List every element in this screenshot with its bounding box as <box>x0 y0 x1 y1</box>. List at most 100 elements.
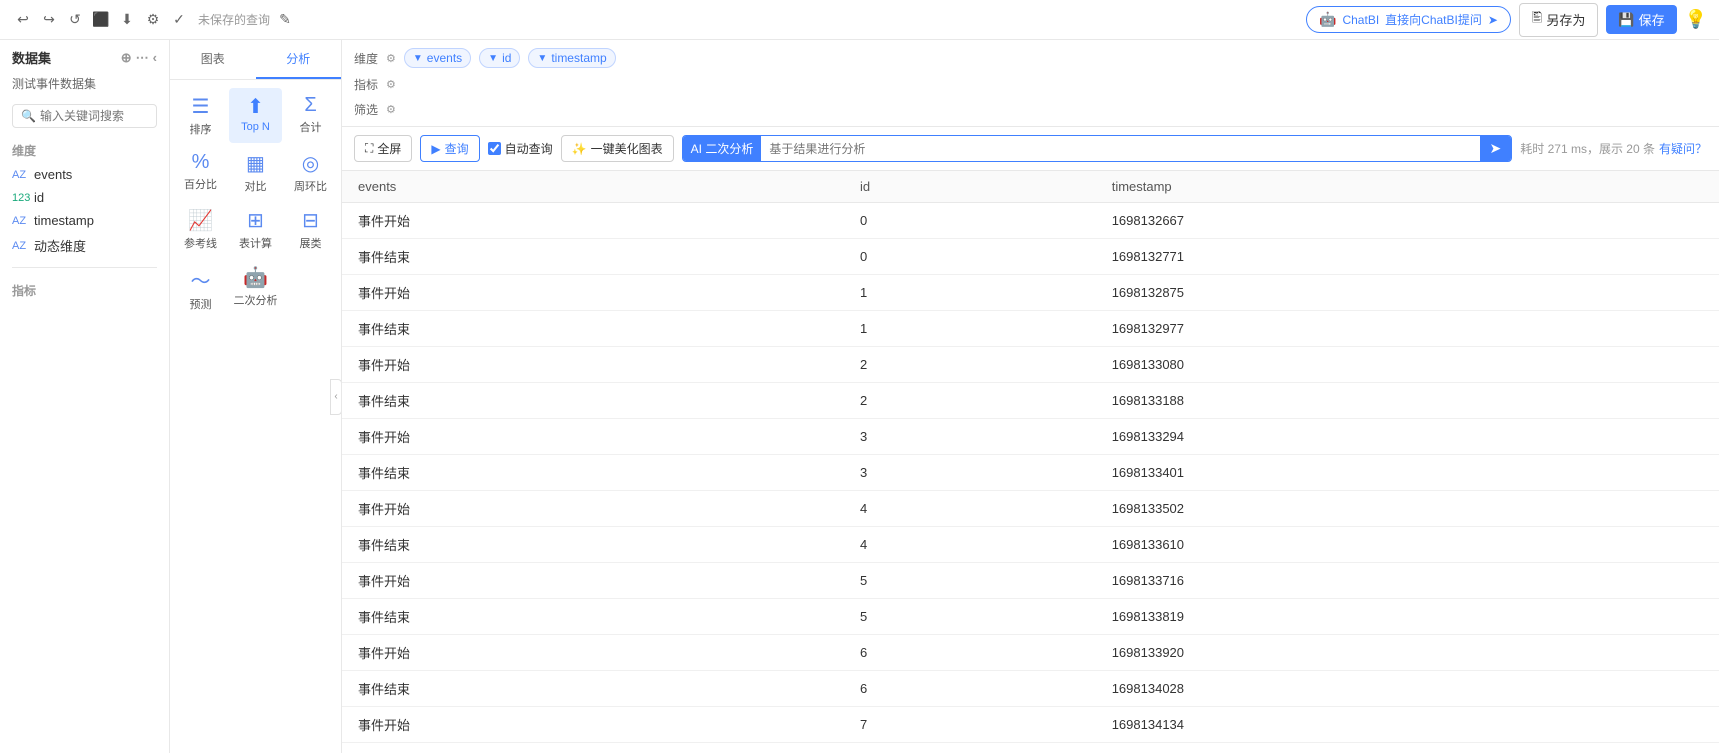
auto-query-checkbox[interactable] <box>488 142 501 155</box>
check-button[interactable]: ✓ <box>168 9 190 31</box>
settings-button[interactable]: ⚙ <box>142 9 164 31</box>
dim-tag-label: timestamp <box>551 51 606 65</box>
chatbi-icon: 🤖 <box>1319 11 1336 28</box>
viz-item-calc[interactable]: ⊞ 表计算 <box>229 202 282 257</box>
viz-item-label: 对比 <box>245 178 267 194</box>
fullscreen-label: 全屏 <box>377 140 401 157</box>
collapse-panel-button[interactable]: ‹ <box>330 379 342 415</box>
table-cell: 2 <box>844 347 1096 383</box>
filter-row: 筛选 ⚙ <box>354 101 1707 118</box>
metrics-settings-icon[interactable]: ⚙ <box>386 78 396 91</box>
table-cell: 1698134134 <box>1096 707 1719 743</box>
auto-query-checkbox-label[interactable]: 自动查询 <box>488 140 553 157</box>
table-cell: 6 <box>844 635 1096 671</box>
sidebar-item-dynamic-dimension[interactable]: AZ 动态维度 <box>0 232 169 259</box>
action-bar: ⛶ 全屏 ▶ 查询 自动查询 ✨ 一键美化图表 AI 二次分析 ➤ 耗时 271 <box>342 127 1719 171</box>
table-cell: 事件结束 <box>342 311 844 347</box>
table-header-row: events id timestamp <box>342 171 1719 203</box>
sidebar-item-timestamp[interactable]: AZ timestamp <box>0 209 169 232</box>
table-cell: 事件开始 <box>342 707 844 743</box>
table-cell: 事件开始 <box>342 347 844 383</box>
tab-analysis[interactable]: 分析 <box>256 40 342 79</box>
filter-icon: ▼ <box>413 53 423 64</box>
chatbi-send-icon: ➤ <box>1488 13 1498 27</box>
viz-item-secondary[interactable]: 🤖 二次分析 <box>229 259 282 318</box>
table-cell: 1698133920 <box>1096 635 1719 671</box>
viz-item-predict[interactable]: 〜 预测 <box>174 259 227 318</box>
edit-title-button[interactable]: ✎ <box>274 9 296 31</box>
save-as-icon: 🖺 <box>1532 9 1542 31</box>
sidebar-item-label: timestamp <box>34 213 94 228</box>
beautify-button[interactable]: ✨ 一键美化图表 <box>561 135 674 162</box>
sidebar-divider <box>12 267 157 268</box>
table-row: 事件开始21698133080 <box>342 347 1719 383</box>
redo-button[interactable]: ↪ <box>38 9 60 31</box>
table-cell: 1 <box>844 311 1096 347</box>
dim-tag-events[interactable]: ▼ events <box>404 48 471 68</box>
fullscreen-button[interactable]: ⛶ 全屏 <box>354 135 412 162</box>
table-cell: 1698132977 <box>1096 311 1719 347</box>
top-bar-right: 🤖 ChatBI 直接向ChatBI提问 ➤ 🖺 另存为 💾 保存 💡 <box>1306 3 1707 37</box>
table-cell: 1698133610 <box>1096 527 1719 563</box>
viz-item-label: 参考线 <box>184 235 217 251</box>
viz-item-ring[interactable]: ◎ 周环比 <box>284 145 337 200</box>
table-cell: 事件开始 <box>342 491 844 527</box>
sidebar-collapse-icon[interactable]: ‹ <box>153 50 157 65</box>
save-local-button[interactable]: ⬛ <box>90 9 112 31</box>
table-cell: 事件开始 <box>342 563 844 599</box>
main-layout: 数据集 ⊕ ⋯ ‹ 测试事件数据集 🔍 维度 AZ events 123 id … <box>0 40 1719 753</box>
table-cell: 1 <box>844 275 1096 311</box>
viz-item-expand[interactable]: ⊟ 展类 <box>284 202 337 257</box>
viz-item-label: 表计算 <box>239 235 272 251</box>
dim-tag-label: events <box>427 51 462 65</box>
table-cell: 0 <box>844 203 1096 239</box>
refresh-button[interactable]: ↺ <box>64 9 86 31</box>
unsaved-label: 未保存的查询 <box>198 11 270 28</box>
ring-icon: ◎ <box>302 151 319 176</box>
sidebar-header: 数据集 ⊕ ⋯ ‹ <box>0 40 169 75</box>
sidebar-search[interactable]: 🔍 <box>12 104 157 128</box>
save-button[interactable]: 💾 保存 <box>1606 5 1676 34</box>
save-as-button[interactable]: 🖺 另存为 <box>1519 3 1598 37</box>
type-string-icon: AZ <box>12 169 28 181</box>
table-row: 事件结束61698134028 <box>342 671 1719 707</box>
table-cell: 1698133401 <box>1096 455 1719 491</box>
table-cell: 事件开始 <box>342 275 844 311</box>
ai-send-button[interactable]: ➤ <box>1480 136 1512 161</box>
undo-button[interactable]: ↩ <box>12 9 34 31</box>
download-button[interactable]: ⬇ <box>116 9 138 31</box>
viz-item-label: 预测 <box>190 296 212 312</box>
dim-tag-id[interactable]: ▼ id <box>479 48 520 68</box>
search-input[interactable] <box>40 109 148 123</box>
ai-input[interactable] <box>761 138 1479 160</box>
predict-icon: 〜 <box>191 265 211 294</box>
viz-item-topn[interactable]: ⬆ Top N <box>229 88 282 143</box>
dimension-settings-icon[interactable]: ⚙ <box>386 52 396 65</box>
analysis-config: 维度 ⚙ ▼ events ▼ id ▼ timestamp 指标 ⚙ <box>342 40 1719 127</box>
viz-item-compare[interactable]: ▦ 对比 <box>229 145 282 200</box>
question-link[interactable]: 有疑问？ <box>1659 140 1707 157</box>
sidebar-item-events[interactable]: AZ events <box>0 163 169 186</box>
query-button[interactable]: ▶ 查询 <box>420 135 479 162</box>
viz-item-percent[interactable]: % 百分比 <box>174 145 227 200</box>
viz-tabs: 图表 分析 <box>170 40 341 80</box>
tab-chart[interactable]: 图表 <box>170 40 256 79</box>
table-cell: 事件结束 <box>342 599 844 635</box>
col-header-id: id <box>844 171 1096 203</box>
viz-item-reference[interactable]: 📈 参考线 <box>174 202 227 257</box>
table-cell: 1698133294 <box>1096 419 1719 455</box>
sidebar-item-id[interactable]: 123 id <box>0 186 169 209</box>
lightbulb-icon[interactable]: 💡 <box>1685 9 1707 30</box>
top-bar: ↩ ↪ ↺ ⬛ ⬇ ⚙ ✓ 未保存的查询 ✎ 🤖 ChatBI 直接向ChatB… <box>0 0 1719 40</box>
sidebar-add-icon[interactable]: ⊕ <box>121 50 132 66</box>
viz-item-rank[interactable]: ☰ 排序 <box>174 88 227 143</box>
filter-settings-icon[interactable]: ⚙ <box>386 103 396 116</box>
dim-tag-timestamp[interactable]: ▼ timestamp <box>528 48 615 68</box>
rank-icon: ☰ <box>192 94 210 119</box>
table-row: 事件开始71698134134 <box>342 707 1719 743</box>
table-row: 事件结束21698133188 <box>342 383 1719 419</box>
sidebar-more-icon[interactable]: ⋯ <box>136 50 149 66</box>
chatbi-button[interactable]: 🤖 ChatBI 直接向ChatBI提问 ➤ <box>1306 6 1511 33</box>
table-row: 事件开始11698132875 <box>342 275 1719 311</box>
viz-item-agg[interactable]: Σ 合计 <box>284 88 337 143</box>
